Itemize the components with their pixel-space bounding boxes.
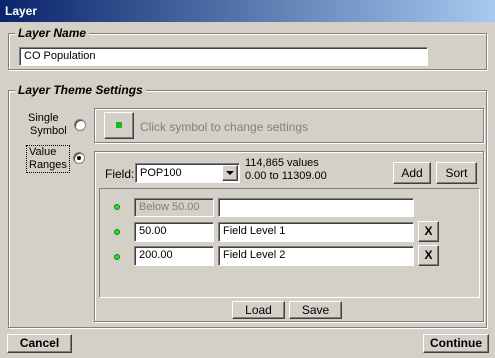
load-button[interactable]: Load	[232, 301, 285, 319]
window-title: Layer	[5, 4, 38, 18]
add-button[interactable]: Add	[393, 162, 431, 184]
range-row-2-color-dot[interactable]	[114, 229, 120, 235]
layer-name-legend: Layer Name	[15, 26, 90, 40]
value-ranges-label-line2: Ranges	[29, 159, 67, 171]
range-row-3-label[interactable]: Field Level 2	[218, 246, 414, 266]
single-symbol-label-line2: Symbol	[30, 125, 67, 137]
chevron-down-icon	[226, 171, 234, 175]
field-stats-range: 0.00 to 11309.00	[245, 170, 327, 182]
range-row-2-value[interactable]: 50.00	[134, 222, 214, 242]
single-symbol-label-line1: Single	[28, 112, 59, 124]
range-row-2-remove-button[interactable]: X	[418, 221, 439, 242]
range-row-3-color-dot[interactable]	[114, 254, 120, 260]
single-symbol-label: Single Symbol	[28, 112, 67, 138]
cancel-button[interactable]: Cancel	[7, 334, 72, 353]
range-row-1-color-dot[interactable]	[114, 204, 120, 210]
value-ranges-radio-dot	[77, 156, 81, 160]
field-select-dropdown-button[interactable]	[222, 165, 238, 181]
save-button[interactable]: Save	[289, 301, 342, 319]
symbol-preview-icon	[116, 122, 122, 128]
range-row-3-remove-button[interactable]: X	[418, 245, 439, 266]
theme-settings-legend: Layer Theme Settings	[15, 83, 146, 97]
field-select-value: POP100	[140, 167, 182, 179]
continue-button[interactable]: Continue	[423, 334, 489, 353]
close-icon: X	[424, 224, 433, 238]
range-row-1-value: Below 50.00	[134, 198, 214, 217]
single-symbol-radio[interactable]	[74, 119, 86, 131]
range-row-2-label[interactable]: Field Level 1	[218, 222, 414, 242]
field-label: Field:	[105, 167, 135, 181]
close-icon: X	[424, 248, 433, 262]
value-ranges-radio[interactable]	[73, 152, 85, 164]
window-title-bar: Layer	[0, 0, 495, 22]
layer-name-input[interactable]: CO Population	[19, 47, 428, 66]
symbol-preview-button[interactable]	[104, 112, 134, 139]
range-row-3-value[interactable]: 200.00	[134, 246, 214, 266]
value-ranges-label-line1: Value	[29, 146, 57, 158]
field-stats-count: 114,865 values	[245, 157, 319, 169]
value-ranges-label: Value Ranges	[26, 145, 70, 173]
sort-button[interactable]: Sort	[436, 162, 477, 184]
single-symbol-hint: Click symbol to change settings	[140, 120, 309, 134]
range-row-1-label[interactable]	[218, 198, 414, 217]
